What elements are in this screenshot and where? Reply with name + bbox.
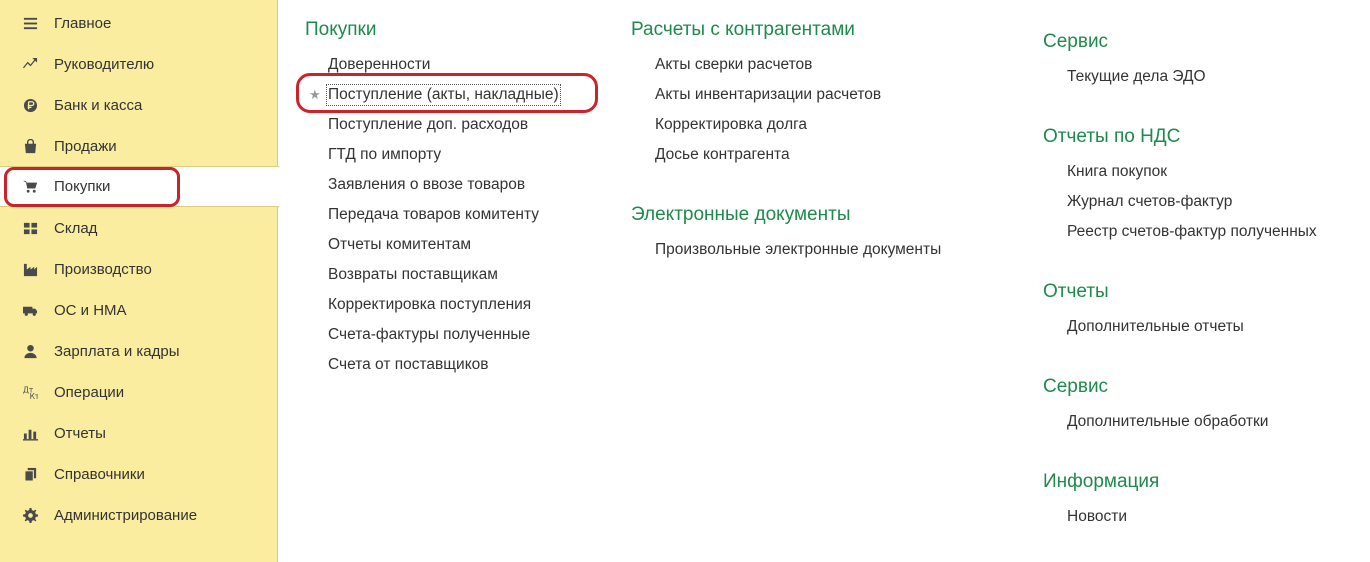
sidebar-item-label: Зарплата и кадры [54,343,180,360]
sidebar-item-manager[interactable]: Руководителю [0,44,278,85]
sidebar-item-label: Администрирование [54,507,198,524]
sidebar-item-label: Руководителю [54,56,155,73]
bag-icon [22,139,38,155]
link-additional-processing[interactable]: Дополнительные обработки [1067,413,1268,431]
sidebar-item-purchases[interactable]: Покупки [0,166,279,207]
sidebar-item-production[interactable]: Производство [0,249,278,290]
menu-icon [22,16,38,32]
sidebar-item-sales[interactable]: Продажи [0,126,278,167]
debit-credit-icon: ДтКт [22,385,38,401]
link-supplier-invoices[interactable]: Счета от поставщиков [328,356,489,374]
trend-icon [22,57,38,73]
person-icon [22,344,38,360]
link-receipts[interactable]: Поступление (акты, накладные) [326,84,561,106]
link-news[interactable]: Новости [1067,508,1127,526]
sidebar-item-operations[interactable]: ДтКт Операции [0,372,278,413]
sidebar-item-label: Справочники [54,466,145,483]
link-import-applications[interactable]: Заявления о ввозе товаров [328,176,525,194]
sidebar-item-reports[interactable]: Отчеты [0,413,278,454]
bar-chart-icon [22,426,38,442]
star-icon[interactable]: ★ [309,87,321,103]
link-additional-reports[interactable]: Дополнительные отчеты [1067,318,1244,336]
warehouse-icon [22,221,38,237]
link-invoice-journal[interactable]: Журнал счетов-фактур [1067,193,1232,211]
link-inventory-acts[interactable]: Акты инвентаризации расчетов [655,86,881,104]
section-title-service-2: Сервис [1043,376,1109,397]
link-supplier-returns[interactable]: Возвраты поставщикам [328,266,498,284]
link-debt-adjustment[interactable]: Корректировка долга [655,116,807,134]
link-purchase-book[interactable]: Книга покупок [1067,163,1167,181]
link-consignor-reports[interactable]: Отчеты комитентам [328,236,471,254]
section-title-information: Информация [1043,471,1160,492]
sidebar-item-label: Продажи [54,138,117,155]
link-additional-expenses[interactable]: Поступление доп. расходов [328,116,528,134]
books-icon [22,467,38,483]
sidebar-item-admin[interactable]: Администрирование [0,495,278,536]
section-title-vat-reports: Отчеты по НДС [1043,126,1181,147]
sidebar-item-main[interactable]: Главное [0,3,278,44]
link-counterparty-dossier[interactable]: Досье контрагента [655,146,790,164]
sidebar-item-label: ОС и НМА [54,302,127,319]
link-arbitrary-edocs[interactable]: Произвольные электронные документы [655,241,941,259]
section-title-service: Сервис [1043,31,1109,52]
link-power-of-attorney[interactable]: Доверенности [328,56,430,74]
sidebar-item-label: Производство [54,261,152,278]
sidebar-item-assets[interactable]: ОС и НМА [0,290,278,331]
sidebar-item-label: Склад [54,220,98,237]
section-title-reports: Отчеты [1043,281,1109,302]
link-edo-tasks[interactable]: Текущие дела ЭДО [1067,68,1206,86]
sidebar-item-label: Главное [54,15,112,32]
sidebar-item-label: Покупки [54,178,111,195]
sidebar-item-bank[interactable]: Банк и касса [0,85,278,126]
link-customs-declaration[interactable]: ГТД по импорту [328,146,441,164]
cart-icon [22,179,38,195]
sidebar-item-label: Банк и касса [54,97,143,114]
ruble-icon [22,98,38,114]
sidebar-item-catalogs[interactable]: Справочники [0,454,278,495]
gear-icon [22,508,38,524]
section-title-edocs: Электронные документы [631,204,851,225]
sidebar: Главное Руководителю Банк и касса Продаж… [0,0,279,562]
sidebar-item-label: Операции [54,384,125,401]
svg-text:Кт: Кт [29,392,37,400]
link-received-invoice-register[interactable]: Реестр счетов-фактур полученных [1067,223,1317,241]
truck-icon [22,303,38,319]
sidebar-item-warehouse[interactable]: Склад [0,208,278,249]
factory-icon [22,262,38,278]
section-title-purchases: Покупки [305,19,377,40]
sidebar-item-label: Отчеты [54,425,106,442]
link-receipt-adjustment[interactable]: Корректировка поступления [328,296,531,314]
link-transfer-to-consignor[interactable]: Передача товаров комитенту [328,206,539,224]
sidebar-item-salary[interactable]: Зарплата и кадры [0,331,278,372]
section-title-counterparties: Расчеты с контрагентами [631,19,855,40]
link-received-invoices[interactable]: Счета-фактуры полученные [328,326,530,344]
link-reconciliation-acts[interactable]: Акты сверки расчетов [655,56,812,74]
